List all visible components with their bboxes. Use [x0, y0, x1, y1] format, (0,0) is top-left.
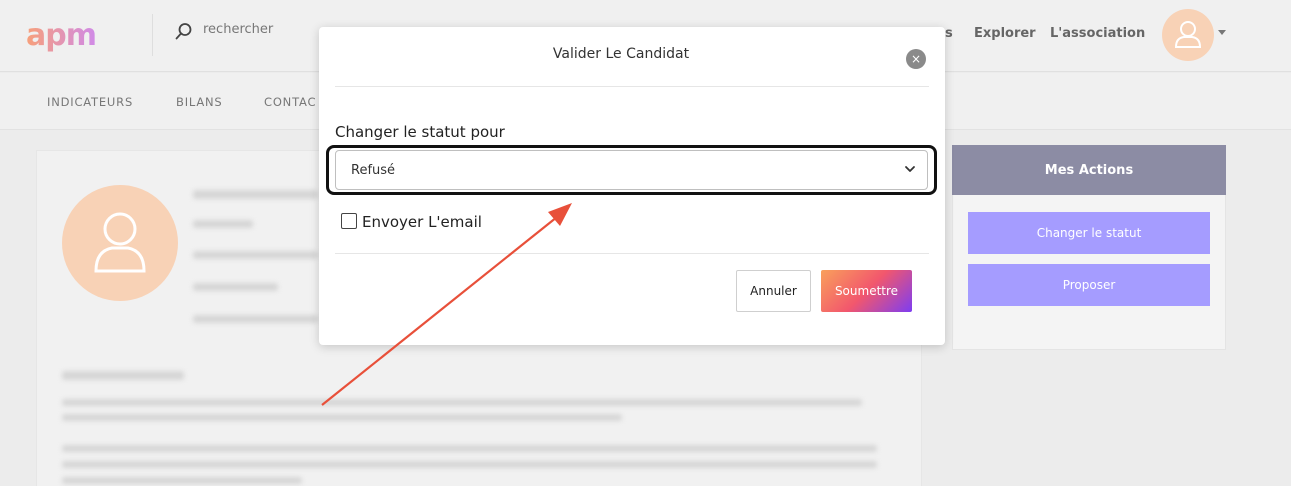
send-email-label[interactable]: Envoyer L'email [362, 213, 482, 231]
blurred-text [193, 220, 253, 228]
blurred-text [193, 283, 278, 291]
nav-link-association[interactable]: L'association [1050, 26, 1145, 41]
propose-button[interactable]: Proposer [968, 264, 1210, 306]
search-icon[interactable] [175, 22, 193, 40]
subnav-contacts[interactable]: CONTAC [264, 95, 316, 109]
chevron-down-icon [905, 166, 915, 172]
user-icon [1174, 21, 1202, 48]
blurred-text [193, 315, 318, 323]
divider [335, 253, 929, 254]
apm-logo[interactable]: apm [26, 18, 97, 53]
blurred-text [62, 461, 877, 468]
blurred-text [62, 414, 622, 421]
blurred-text [193, 251, 318, 259]
user-icon [94, 212, 146, 273]
actions-panel-title: Mes Actions [952, 145, 1226, 195]
blurred-text [62, 477, 302, 484]
status-select[interactable]: Refusé [335, 150, 928, 190]
cancel-button[interactable]: Annuler [736, 270, 811, 312]
blurred-text [193, 190, 318, 199]
chevron-down-icon[interactable] [1218, 30, 1226, 35]
validate-candidate-modal: Valider Le Candidat × Changer le statut … [319, 27, 945, 345]
submit-button[interactable]: Soumettre [821, 270, 912, 312]
profile-avatar [62, 185, 178, 301]
divider [335, 86, 929, 87]
subnav-indicateurs[interactable]: INDICATEURS [47, 95, 133, 109]
modal-title: Valider Le Candidat [552, 46, 690, 62]
close-icon[interactable]: × [906, 49, 926, 69]
nav-link-explorer[interactable]: Explorer [974, 26, 1036, 41]
change-status-button[interactable]: Changer le statut [968, 212, 1210, 254]
status-select-value: Refusé [351, 163, 396, 178]
status-field-label: Changer le statut pour [335, 123, 505, 141]
search-input[interactable]: rechercher [203, 22, 273, 37]
send-email-checkbox[interactable] [341, 213, 357, 229]
blurred-text [62, 371, 184, 380]
nav-link-partial[interactable]: s [945, 26, 953, 41]
blurred-text [62, 445, 877, 452]
navbar-divider [152, 14, 153, 56]
subnav-bilans[interactable]: BILANS [176, 95, 223, 109]
blurred-text [62, 399, 862, 406]
user-avatar[interactable] [1162, 9, 1214, 61]
